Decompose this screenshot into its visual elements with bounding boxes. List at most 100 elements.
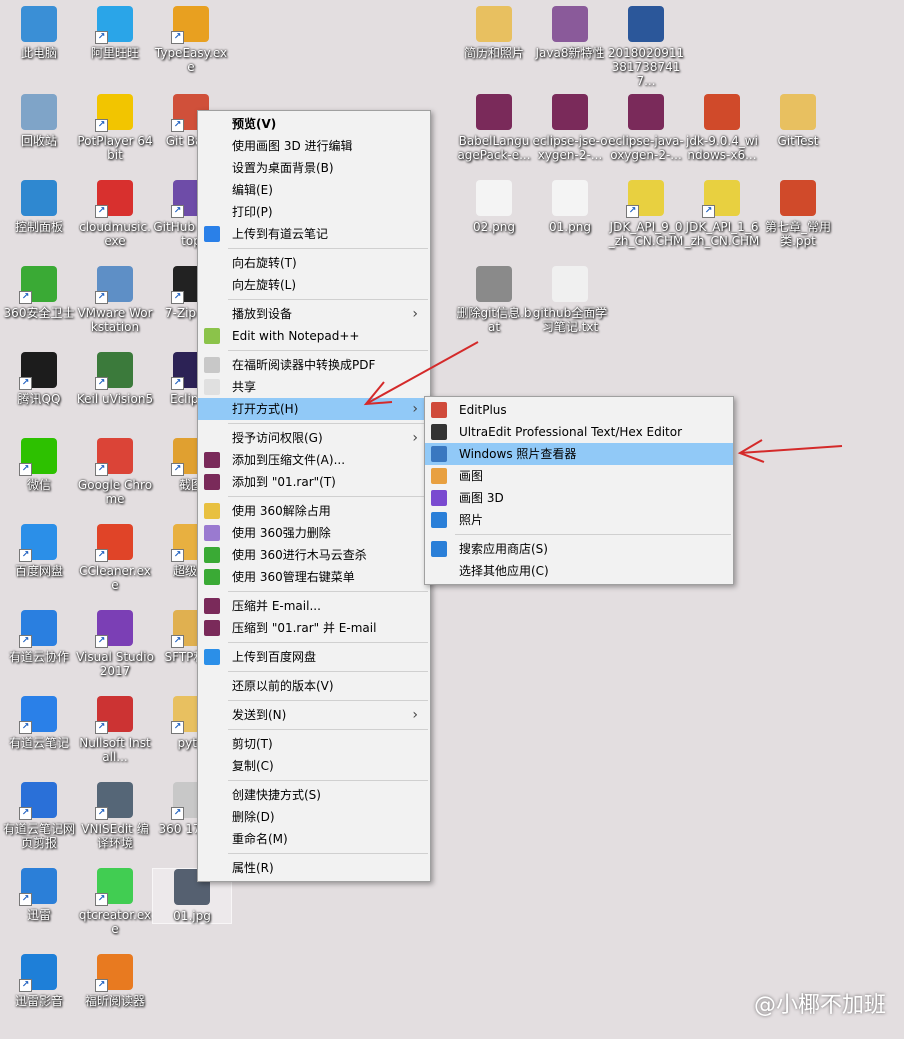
open-with-item[interactable]: 选择其他应用(C) xyxy=(425,560,733,582)
desktop-icon[interactable]: ↗ 有道云协作 xyxy=(0,610,78,664)
open-with-item[interactable]: 照片 xyxy=(425,509,733,531)
context-menu-item[interactable]: 添加到 "01.rar"(T) xyxy=(198,471,430,493)
context-menu-item[interactable]: 使用画图 3D 进行编辑 xyxy=(198,135,430,157)
desktop-icon[interactable]: ↗ VNISEdit 编译环境 xyxy=(76,782,154,850)
desktop-icon-label: 第七章_常用类.ppt xyxy=(764,220,831,248)
context-menu-item[interactable]: 打印(P) xyxy=(198,201,430,223)
desktop-icon-label: 迅雷影音 xyxy=(14,994,63,1008)
annotation-arrowhead-right xyxy=(737,439,765,463)
context-menu-item[interactable]: 属性(R) xyxy=(198,857,430,879)
desktop-icon[interactable]: 02.png xyxy=(455,180,533,234)
desktop-icon[interactable]: ↗ 有道云笔记 xyxy=(0,696,78,750)
desktop-icon[interactable]: ↗ Nullsoft Install... xyxy=(76,696,154,764)
desktop-icon-label: Visual Studio 2017 xyxy=(76,650,154,678)
context-menu-item[interactable]: Edit with Notepad++ xyxy=(198,325,430,347)
desktop-icon[interactable]: 此电脑 xyxy=(0,6,78,60)
context-menu-item-label: 使用 360解除占用 xyxy=(232,504,331,518)
desktop-icon[interactable]: 回收站 xyxy=(0,94,78,148)
context-menu-item[interactable]: 播放到设备 › xyxy=(198,303,430,325)
desktop-icon[interactable]: ↗ Visual Studio 2017 xyxy=(76,610,154,678)
desktop-icon[interactable]: github全面学习笔记.txt xyxy=(531,266,609,334)
shortcut-arrow-icon: ↗ xyxy=(171,549,184,562)
context-menu-item[interactable]: 使用 360强力删除 xyxy=(198,522,430,544)
desktop-icon[interactable]: ↗ 阿里旺旺 xyxy=(76,6,154,60)
desktop-icon[interactable]: ↗ cloudmusic.exe xyxy=(76,180,154,248)
desktop-icon[interactable]: ↗ PotPlayer 64 bit xyxy=(76,94,154,162)
desktop-icon[interactable]: jdk-9.0.4_windows-x6... xyxy=(683,94,761,162)
desktop-icon[interactable]: ↗ CCleaner.exe xyxy=(76,524,154,592)
desktop-icon-label: VMware Workstation xyxy=(77,306,153,334)
open-with-item[interactable]: 画图 3D xyxy=(425,487,733,509)
desktop-icon[interactable]: ↗ VMware Workstation xyxy=(76,266,154,334)
desktop-icon[interactable]: eclipse-java-oxygen-2-... xyxy=(607,94,685,162)
context-menu-item[interactable]: 复制(C) xyxy=(198,755,430,777)
desktop-icon[interactable]: ↗ Keil uVision5 xyxy=(76,352,154,406)
desktop-icon[interactable]: BabelLanguagePack-e... xyxy=(455,94,533,162)
desktop-icon[interactable]: eclipse-jse-oxygen-2-... xyxy=(531,94,609,162)
context-menu-item[interactable]: 还原以前的版本(V) xyxy=(198,675,430,697)
desktop-icon[interactable]: ↗ 有道云笔记网页剪报 xyxy=(0,782,78,850)
desktop-icon[interactable]: ↗ JDK_API_1_6_zh_CN.CHM xyxy=(683,180,761,248)
desktop-icon[interactable]: ↗ 百度网盘 xyxy=(0,524,78,578)
desktop-icon[interactable]: 简历和照片 xyxy=(455,6,533,60)
open-with-item[interactable]: EditPlus xyxy=(425,399,733,421)
desktop-icon[interactable]: ↗ 福昕阅读器 xyxy=(76,954,154,1008)
context-menu-item[interactable]: 打开方式(H) › xyxy=(198,398,430,420)
context-menu-item[interactable]: 使用 360进行木马云查杀 xyxy=(198,544,430,566)
desktop-icon-label: 迅雷 xyxy=(26,908,51,922)
context-menu-item[interactable]: 上传到百度网盘 xyxy=(198,646,430,668)
open-with-item[interactable]: Windows 照片查看器 xyxy=(425,443,733,465)
desktop-icon[interactable]: 删除git信息.bat xyxy=(455,266,533,334)
desktop-icon[interactable]: 控制面板 xyxy=(0,180,78,234)
context-menu-item-label: 添加到压缩文件(A)... xyxy=(232,453,346,467)
desktop-icon[interactable]: 01.png xyxy=(531,180,609,234)
desktop-icon[interactable]: Java8新特性 xyxy=(531,6,609,60)
context-menu-item[interactable]: 发送到(N) › xyxy=(198,704,430,726)
context-menu-item[interactable]: 创建快捷方式(S) xyxy=(198,784,430,806)
open-with-item[interactable]: 搜索应用商店(S) xyxy=(425,538,733,560)
context-menu-item[interactable]: 删除(D) xyxy=(198,806,430,828)
desktop-icon[interactable]: ↗ 迅雷 xyxy=(0,868,78,922)
context-menu-item[interactable]: 压缩并 E-mail... xyxy=(198,595,430,617)
context-menu-item[interactable]: 预览(V) xyxy=(198,113,430,135)
context-menu-item[interactable]: 向右旋转(T) xyxy=(198,252,430,274)
desktop-icon-label: 控制面板 xyxy=(14,220,63,234)
context-menu-item-label: 编辑(E) xyxy=(232,183,273,197)
desktop-icon[interactable]: ↗ 迅雷影音 xyxy=(0,954,78,1008)
context-menu-item-label: 使用 360管理右键菜单 xyxy=(232,570,355,584)
context-menu-item[interactable]: 共享 xyxy=(198,376,430,398)
360-safe-icon: ↗ xyxy=(19,266,57,304)
context-menu-item[interactable]: 重命名(M) xyxy=(198,828,430,850)
desktop-icon[interactable]: ↗ qtcreator.exe xyxy=(76,868,154,936)
open-with-item[interactable]: 画图 xyxy=(425,465,733,487)
open-with-item-label: 选择其他应用(C) xyxy=(459,564,549,578)
shortcut-arrow-icon: ↗ xyxy=(95,377,108,390)
desktop-icon[interactable]: ↗ 微信 xyxy=(0,438,78,492)
desktop-icon[interactable]: ↗ JDK_API_9_0_zh_CN.CHM xyxy=(607,180,685,248)
context-menu-item[interactable]: 编辑(E) xyxy=(198,179,430,201)
open-with-item[interactable]: UltraEdit Professional Text/Hex Editor xyxy=(425,421,733,443)
context-menu-item[interactable]: 向左旋转(L) xyxy=(198,274,430,296)
desktop-icon[interactable]: ↗ TypeEasy.exe xyxy=(152,6,230,74)
desktop-icon[interactable]: ↗ 360安全卫士 xyxy=(0,266,78,320)
context-menu-item[interactable]: 授予访问权限(G) › xyxy=(198,427,430,449)
context-menu-item[interactable]: 设置为桌面背景(B) xyxy=(198,157,430,179)
context-menu-item[interactable]: 在福昕阅读器中转换成PDF xyxy=(198,354,430,376)
desktop-icon[interactable]: 第七章_常用类.ppt xyxy=(759,180,837,248)
desktop-icon[interactable]: 20180209113817387417... xyxy=(607,6,685,88)
context-menu-item[interactable]: 剪切(T) xyxy=(198,733,430,755)
context-menu-item-label: 发送到(N) xyxy=(232,708,287,722)
context-menu-item-label: 向左旋转(L) xyxy=(232,278,297,292)
menu-separator xyxy=(228,729,428,730)
shortcut-arrow-icon: ↗ xyxy=(19,635,32,648)
desktop-icon-label: 腾讯QQ xyxy=(17,392,61,406)
desktop-icon[interactable]: ↗ 腾讯QQ xyxy=(0,352,78,406)
context-menu-item[interactable]: 添加到压缩文件(A)... xyxy=(198,449,430,471)
context-menu-item[interactable]: 使用 360管理右键菜单 xyxy=(198,566,430,588)
context-menu-item[interactable]: 压缩到 "01.rar" 并 E-mail xyxy=(198,617,430,639)
desktop-icon[interactable]: GitTest xyxy=(759,94,837,148)
context-menu-item-label: 在福昕阅读器中转换成PDF xyxy=(232,358,376,372)
context-menu-item[interactable]: 上传到有道云笔记 xyxy=(198,223,430,245)
context-menu-item[interactable]: 使用 360解除占用 xyxy=(198,500,430,522)
desktop-icon[interactable]: ↗ Google Chrome xyxy=(76,438,154,506)
